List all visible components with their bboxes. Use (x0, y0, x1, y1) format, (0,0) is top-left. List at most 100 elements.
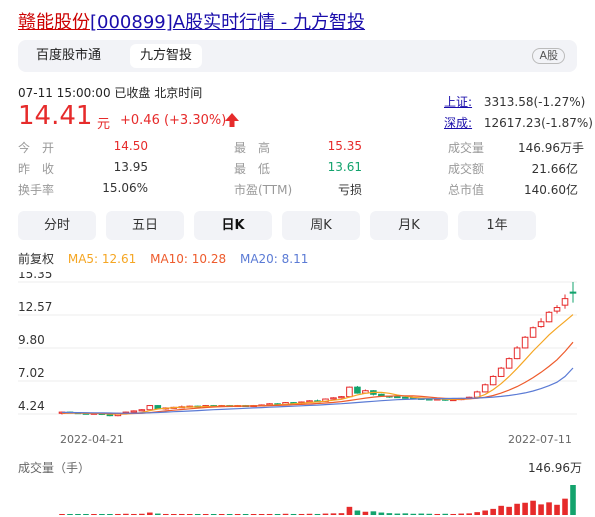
volume-chart[interactable] (0, 477, 595, 517)
candle-body (561, 298, 569, 306)
stat-label: 成交量 (448, 141, 485, 155)
volume-bar (562, 498, 568, 515)
volume-bar (234, 514, 241, 515)
candle-body (346, 386, 353, 398)
price-unit: 元 (97, 117, 111, 132)
y-tick-label: 9.80 (18, 333, 45, 347)
volume-bar (282, 513, 289, 515)
stock-name[interactable]: 赣能股份 (18, 12, 90, 33)
page-title[interactable]: 赣能股份[000899]A股实时行情 - 九方智投 (18, 8, 365, 34)
stat-label: 最 高 (234, 141, 271, 155)
a-share-badge: A股 (532, 48, 565, 64)
candle-body (537, 321, 545, 328)
y-tick-label: 4.24 (18, 399, 45, 413)
candle-body (553, 307, 561, 312)
ma5-line (61, 314, 574, 415)
volume-bar (218, 514, 225, 515)
tab-jiufang-zhitou[interactable]: 九方智投 (130, 44, 203, 68)
volume-bar (194, 514, 201, 515)
index-shenzhen-label[interactable]: 深成: (444, 116, 472, 130)
volume-bar (322, 513, 329, 515)
volume-bar (170, 514, 177, 515)
volume-bar (163, 513, 169, 515)
candle-body (529, 327, 537, 338)
index-shanghai-label[interactable]: 上证: (444, 95, 472, 109)
volume-bar (147, 512, 153, 515)
volume-bar (514, 503, 520, 515)
y-tick-label: 15.35 (18, 272, 52, 281)
volume-bar (482, 510, 488, 515)
volume-bar (250, 514, 257, 515)
index-shenzhen-value: 12617.23(-1.87%) (483, 116, 593, 130)
candle-body (330, 397, 337, 400)
volume-bar (155, 513, 161, 515)
volume-bar (474, 512, 480, 515)
volume-bar (266, 513, 273, 515)
kline-chart[interactable]: 15.35 12.57 9.80 7.02 4.24 2022-04-21 2022-07-… (0, 272, 595, 454)
candle-body (569, 291, 577, 294)
volume-bar (274, 514, 281, 515)
volume-bar (306, 513, 313, 515)
stat-value: 13.61 (327, 160, 362, 174)
volume-bar (67, 514, 73, 515)
y-tick-label: 12.57 (18, 300, 52, 314)
ma-legend: 前复权 MA5: 12.61 MA10: 10.28 MA20: 8.11 (18, 250, 318, 267)
title-rest[interactable]: A股实时行情 - 九方智投 (173, 12, 365, 33)
candle-body (354, 386, 361, 394)
volume-bar (186, 514, 193, 515)
index-shenzhen[interactable]: 深成: 12617.23(-1.87%) (444, 114, 593, 131)
index-shanghai[interactable]: 上证: 3313.58(-1.27%) (444, 93, 585, 110)
volume-bar (546, 502, 552, 515)
stat-value: 13.95 (113, 160, 148, 174)
stat-value: 21.66亿 (531, 162, 578, 176)
volume-bar (522, 502, 528, 515)
volume-bar (538, 504, 544, 515)
stat-value: 140.60亿 (524, 183, 578, 197)
volume-bar (530, 500, 536, 515)
volume-bar (426, 513, 433, 515)
volume-bar (107, 514, 113, 515)
volume-max: 146.96万 (528, 461, 582, 475)
volume-bar (202, 514, 209, 515)
candle-body (402, 396, 409, 399)
period-button-1nian[interactable]: 1年 (458, 211, 536, 240)
volume-bar (330, 513, 337, 515)
volume-bar (83, 514, 89, 515)
volume-bar (442, 513, 449, 515)
period-button-yuek[interactable]: 月K (370, 211, 448, 240)
volume-bar (178, 513, 185, 515)
volume-bar (418, 513, 425, 515)
stat-value: 亏损 (337, 183, 362, 197)
period-button-rik[interactable]: 日K (194, 211, 272, 240)
x-tick-label: 2022-07-11 (508, 433, 572, 446)
period-button-zhouk[interactable]: 周K (282, 211, 360, 240)
stat-value: 14.50 (113, 139, 148, 153)
volume-bar (434, 513, 441, 515)
candle-body (394, 396, 401, 399)
stat-label: 换手率 (18, 183, 55, 197)
volume-bar (226, 514, 233, 515)
candle-body (545, 311, 553, 323)
candle-body (513, 347, 521, 360)
index-shanghai-value: 3313.58(-1.27%) (483, 95, 586, 109)
tab-baidu-gushitong[interactable]: 百度股市通 (26, 44, 111, 68)
stat-label: 今 开 (18, 141, 55, 155)
candle-body (497, 367, 505, 377)
volume-bar (346, 506, 353, 515)
volume-bar (242, 514, 249, 515)
adjust-mode[interactable]: 前复权 (18, 252, 54, 266)
period-button-wuri[interactable]: 五日 (106, 211, 184, 240)
stat-label: 总市值 (448, 183, 485, 197)
stat-value: 146.96万手 (518, 141, 584, 155)
status-time: 07-11 15:00:00 已收盘 北京时间 (18, 86, 203, 100)
volume-bar (290, 513, 297, 515)
stat-value: 15.06% (102, 181, 148, 195)
up-arrow-icon (225, 113, 239, 127)
price-change: +0.46 (+3.30%) (120, 113, 227, 128)
candle-body (489, 375, 497, 386)
stock-code[interactable]: [000899] (90, 12, 173, 33)
ma20-label: MA20: 8.11 (239, 252, 309, 266)
period-button-fenshi[interactable]: 分时 (18, 211, 96, 240)
period-selector: 分时 五日 日K 周K 月K 1年 (18, 211, 580, 241)
candle-body (481, 384, 489, 393)
